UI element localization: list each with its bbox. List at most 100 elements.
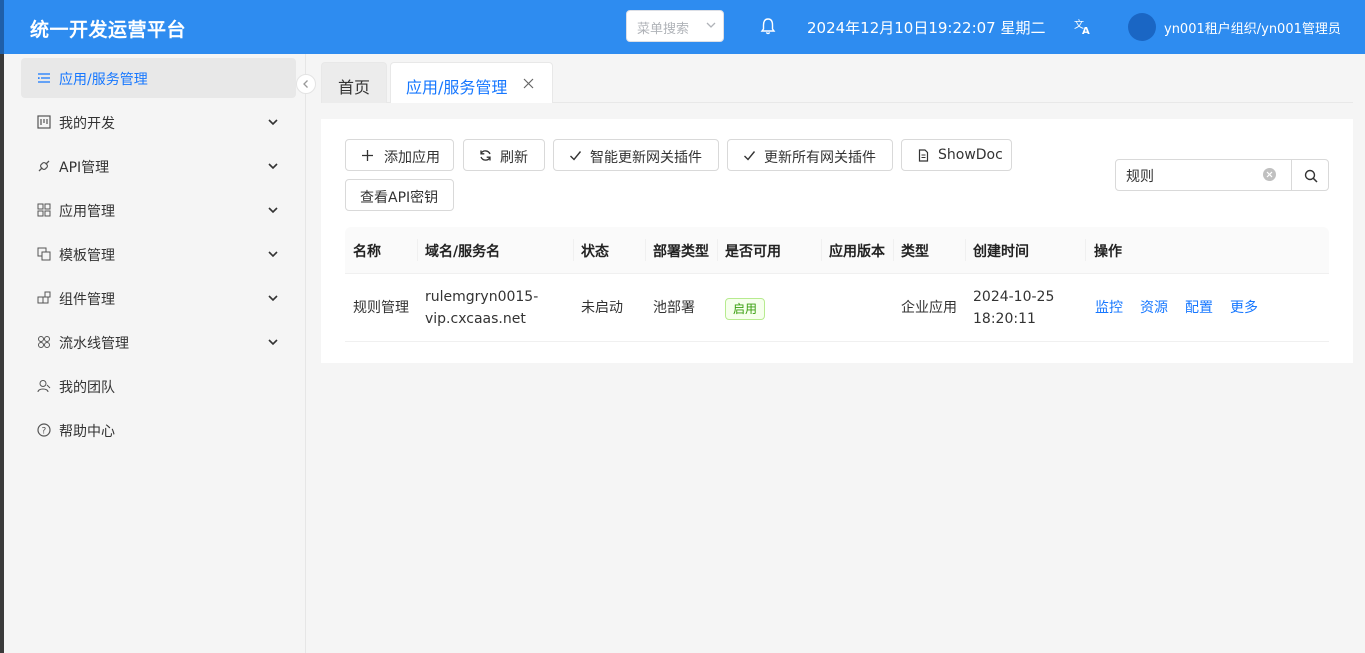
- sidebar-item-label: 我的团队: [59, 380, 115, 396]
- monitor-link[interactable]: 监控: [1095, 297, 1123, 317]
- showdoc-button[interactable]: ShowDoc: [901, 139, 1012, 171]
- cell-domain-line1: rulemgryn0015-: [425, 289, 539, 305]
- sidebar-item-pipeline[interactable]: 流水线管理: [21, 322, 296, 362]
- datetime-display: 2024年12月10日19:22:07 星期二: [807, 19, 1046, 37]
- svg-text:?: ?: [42, 427, 47, 437]
- plus-icon: [362, 150, 373, 161]
- button-label: 查看API密钥: [360, 190, 439, 206]
- search-input[interactable]: 规则: [1115, 159, 1292, 191]
- sidebar-item-label: 帮助中心: [59, 424, 115, 440]
- more-link[interactable]: 更多: [1230, 297, 1258, 317]
- component-icon: [37, 291, 51, 304]
- column-header: 域名/服务名: [425, 244, 501, 260]
- pipeline-icon: [38, 336, 50, 348]
- main-card: 添加应用 刷新 智能更新网关插件 更新所有网关插件 ShowDoc 查看API密…: [321, 119, 1353, 363]
- column-header: 是否可用: [725, 244, 781, 260]
- bell-icon[interactable]: [760, 17, 776, 35]
- search-input-value: 规则: [1126, 169, 1154, 185]
- list-icon: [38, 73, 50, 83]
- column-header: 操作: [1094, 244, 1122, 260]
- svg-text:A: A: [1082, 26, 1090, 36]
- button-label: 更新所有网关插件: [764, 150, 876, 166]
- column-header: 类型: [901, 244, 929, 260]
- sidebar-item-template[interactable]: 模板管理: [21, 234, 296, 274]
- resource-link[interactable]: 资源: [1140, 297, 1168, 317]
- team-icon: [37, 380, 51, 393]
- config-link[interactable]: 配置: [1185, 297, 1213, 317]
- column-header: 状态: [581, 244, 609, 260]
- chevron-down-icon: [268, 163, 278, 170]
- help-icon: ?: [37, 423, 51, 437]
- table-row: 规则管理 rulemgryn0015- vip.cxcaas.net 未启动 池…: [345, 274, 1329, 342]
- menu-search-placeholder: 菜单搜索: [637, 22, 690, 37]
- translate-icon[interactable]: 文A: [1073, 16, 1093, 36]
- sidebar-item-my-dev[interactable]: 我的开发: [21, 102, 296, 142]
- copy-icon: [37, 247, 51, 261]
- button-label: 智能更新网关插件: [590, 150, 702, 166]
- chevron-down-icon: [268, 339, 278, 346]
- sidebar-item-label: 应用管理: [59, 204, 115, 220]
- table-header: 名称 域名/服务名 状态 部署类型 是否可用 应用版本 类型 创建时间 操作: [345, 227, 1329, 274]
- smart-update-plugin-button[interactable]: 智能更新网关插件: [553, 139, 719, 171]
- tab-bar: 首页 应用/服务管理: [321, 62, 1353, 103]
- check-icon: [570, 151, 582, 161]
- column-header: 应用版本: [829, 244, 885, 260]
- avatar[interactable]: [1128, 13, 1156, 41]
- chevron-down-icon: [268, 119, 278, 126]
- sidebar-item-app-service[interactable]: 应用/服务管理: [21, 58, 296, 98]
- button-label: 刷新: [500, 150, 528, 166]
- chevron-left-icon: [303, 80, 308, 88]
- tab-app-service[interactable]: 应用/服务管理: [390, 62, 553, 103]
- column-header: 创建时间: [973, 244, 1029, 260]
- top-header: 统一开发运营平台 菜单搜索 2024年12月10日19:22:07 星期二 文A…: [0, 0, 1365, 54]
- board-icon: [37, 115, 51, 129]
- clear-icon[interactable]: [1263, 168, 1276, 181]
- sidebar-item-label: 应用/服务管理: [59, 72, 148, 88]
- search-icon: [1304, 169, 1318, 183]
- chevron-down-icon: [268, 251, 278, 258]
- sidebar-collapse-button[interactable]: [296, 74, 316, 94]
- chevron-down-icon: [706, 22, 716, 28]
- refresh-icon: [480, 150, 491, 161]
- sidebar-item-label: 流水线管理: [59, 336, 129, 352]
- button-label: ShowDoc: [938, 147, 1003, 163]
- sidebar-item-label: 我的开发: [59, 116, 115, 132]
- tab-label: 应用/服务管理: [406, 78, 508, 97]
- sidebar-item-team[interactable]: 我的团队: [21, 366, 296, 406]
- refresh-button[interactable]: 刷新: [463, 139, 545, 171]
- tab-home[interactable]: 首页: [321, 62, 387, 103]
- sidebar-item-component[interactable]: 组件管理: [21, 278, 296, 318]
- column-header: 名称: [353, 244, 381, 260]
- close-icon[interactable]: [523, 78, 534, 89]
- sidebar-item-label: 模板管理: [59, 248, 115, 264]
- cell-domain-line2: vip.cxcaas.net: [425, 311, 526, 327]
- grid-icon: [37, 203, 51, 217]
- cell-type: 企业应用: [901, 300, 957, 316]
- cell-created-time: 18:20:11: [973, 311, 1036, 327]
- sidebar-item-label: API管理: [59, 160, 110, 176]
- sidebar: 应用/服务管理 我的开发 API管理 应用管理 模板管理 组件管理 流水线管理 …: [0, 54, 306, 653]
- sidebar-item-app-mgmt[interactable]: 应用管理: [21, 190, 296, 230]
- tab-label: 首页: [337, 78, 370, 97]
- sidebar-item-help[interactable]: ? 帮助中心: [21, 410, 296, 450]
- status-badge: 启用: [725, 298, 766, 320]
- column-header: 部署类型: [653, 244, 709, 260]
- cell-name: 规则管理: [353, 300, 409, 316]
- document-icon: [918, 149, 929, 162]
- check-icon: [744, 151, 756, 161]
- cell-deploy-type: 池部署: [653, 300, 695, 316]
- api-icon: [38, 160, 50, 172]
- sidebar-item-label: 组件管理: [59, 292, 115, 308]
- add-app-button[interactable]: 添加应用: [345, 139, 454, 171]
- sidebar-item-api[interactable]: API管理: [21, 146, 296, 186]
- chevron-down-icon: [268, 295, 278, 302]
- update-all-plugins-button[interactable]: 更新所有网关插件: [727, 139, 893, 171]
- cell-status: 未启动: [581, 300, 623, 316]
- app-title: 统一开发运营平台: [30, 19, 187, 41]
- user-name[interactable]: yn001租户组织/yn001管理员: [1164, 18, 1341, 37]
- view-api-key-button[interactable]: 查看API密钥: [345, 179, 454, 211]
- menu-search-select[interactable]: 菜单搜索: [626, 10, 724, 42]
- chevron-down-icon: [268, 207, 278, 214]
- search-button[interactable]: [1291, 159, 1329, 191]
- button-label: 添加应用: [384, 150, 440, 166]
